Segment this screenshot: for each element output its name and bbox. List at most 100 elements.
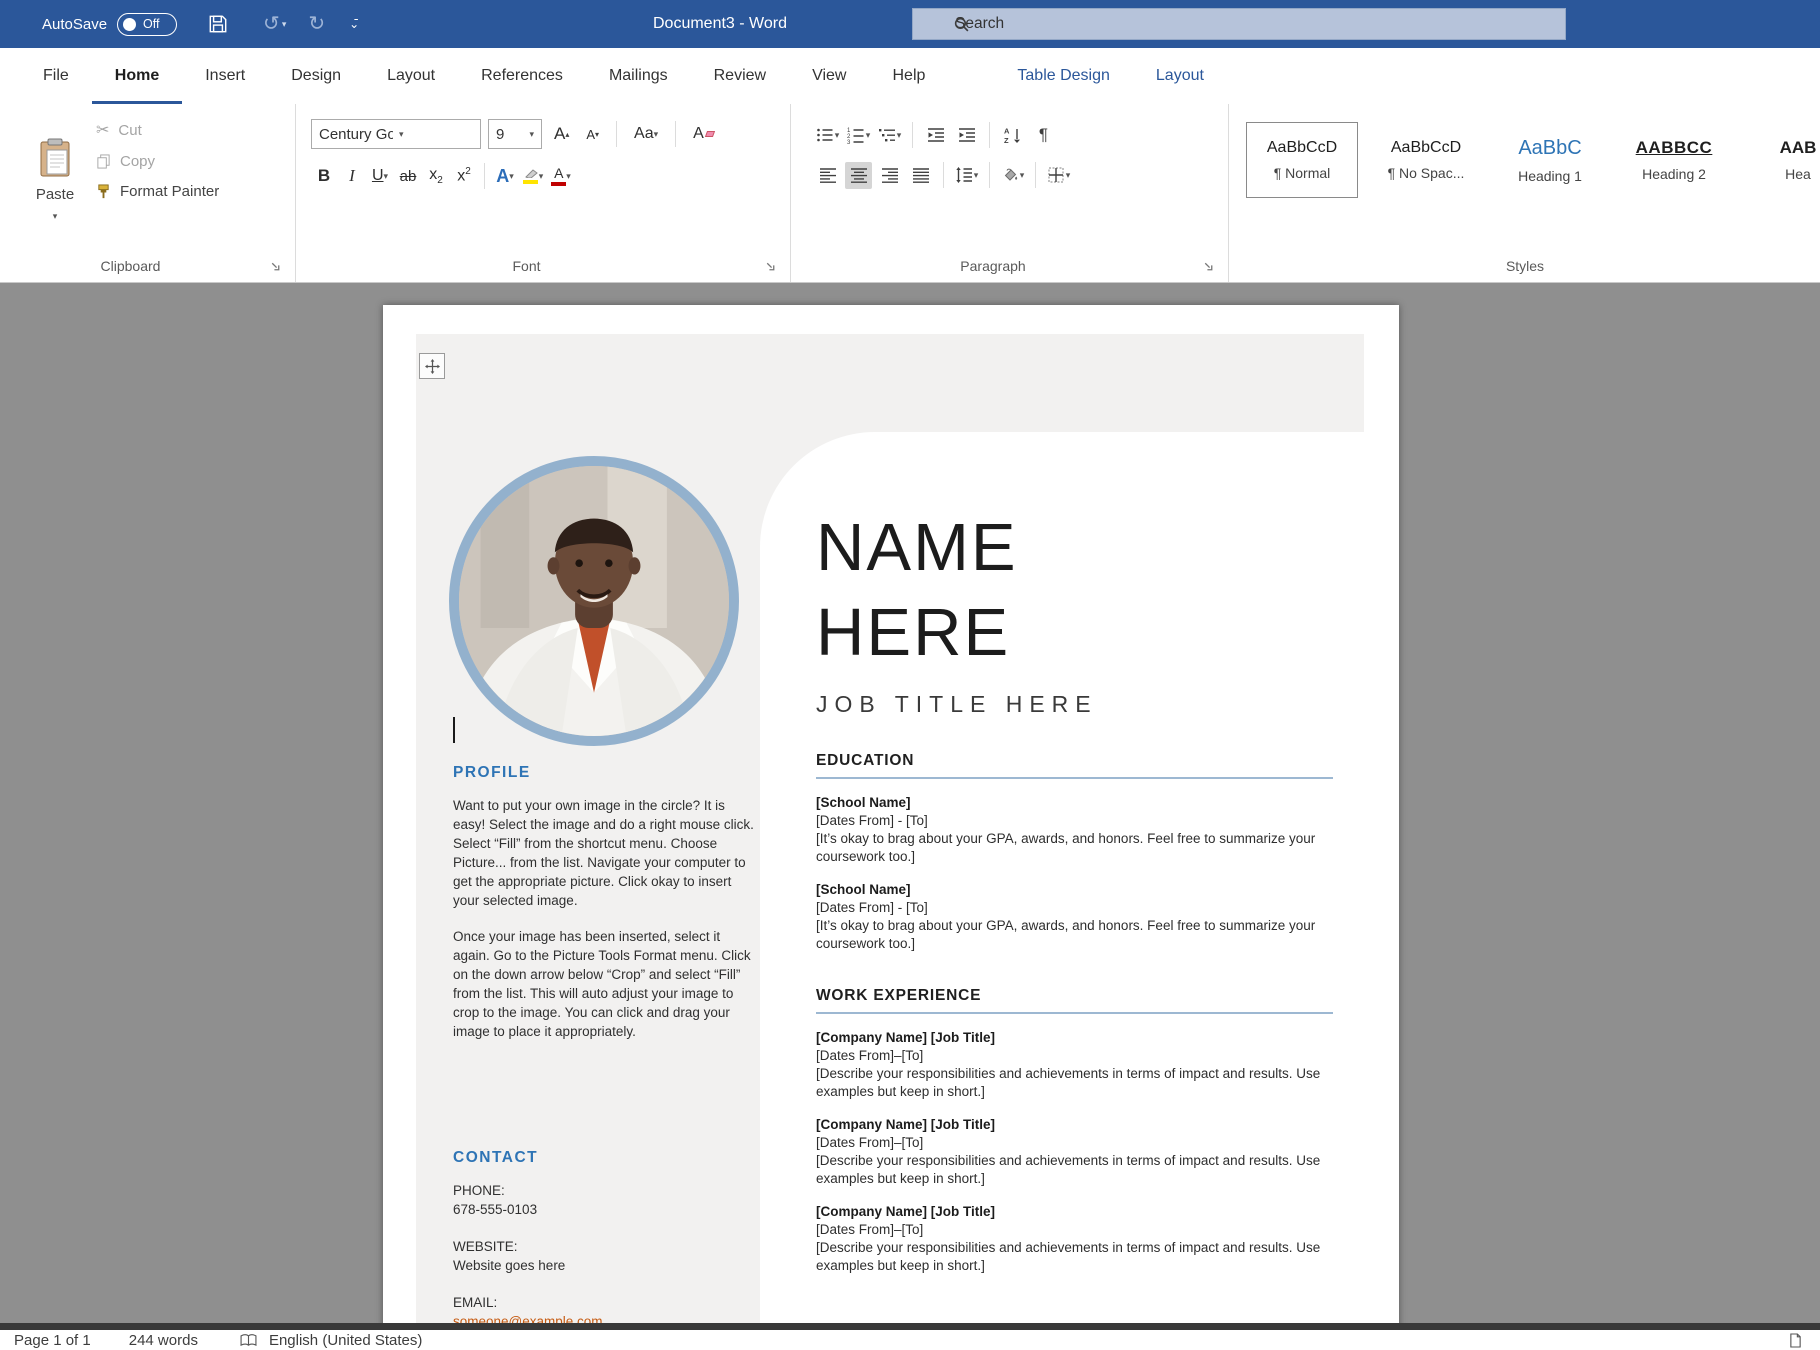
tab-insert[interactable]: Insert xyxy=(182,48,268,104)
tab-table-design[interactable]: Table Design xyxy=(994,48,1133,104)
divider xyxy=(1035,162,1036,188)
font-color-button[interactable]: A ▾ xyxy=(548,162,574,190)
increase-indent-button[interactable] xyxy=(953,122,980,149)
underline-button[interactable]: U▾ xyxy=(367,162,393,190)
line-spacing-dropdown-icon[interactable]: ▾ xyxy=(974,170,979,181)
undo-dropdown-icon[interactable]: ▾ xyxy=(282,19,287,30)
italic-icon: I xyxy=(349,166,355,186)
tab-help[interactable]: Help xyxy=(869,48,948,104)
paste-button[interactable]: Paste ▾ xyxy=(22,116,88,244)
font-color-dropdown-icon[interactable]: ▾ xyxy=(566,171,571,182)
cut-button[interactable]: ✂ Cut xyxy=(96,120,219,140)
style-no-spacing[interactable]: AaBbCcD ¶ No Spac... xyxy=(1370,122,1482,198)
numbering-button[interactable]: 123 ▾ xyxy=(845,122,872,149)
shading-button[interactable]: ▾ xyxy=(999,162,1026,189)
paste-label: Paste xyxy=(36,186,74,203)
line-spacing-button[interactable]: ▾ xyxy=(953,162,980,189)
font-dialog-launcher[interactable] xyxy=(764,260,778,274)
font-name-combo[interactable]: Century Gothic ▾ xyxy=(311,119,481,149)
format-painter-button[interactable]: Format Painter xyxy=(96,183,219,200)
autosave-toggle[interactable]: Off xyxy=(117,13,177,36)
clipboard-dialog-launcher[interactable] xyxy=(269,260,283,274)
borders-dropdown-icon[interactable]: ▾ xyxy=(1066,170,1071,181)
save-button[interactable] xyxy=(207,13,229,35)
multilevel-list-button[interactable]: ▾ xyxy=(876,122,903,149)
profile-text[interactable]: Want to put your own image in the circle… xyxy=(453,796,755,1041)
table-move-handle[interactable] xyxy=(419,353,445,379)
bullets-button[interactable]: ▾ xyxy=(814,122,841,149)
multilevel-dropdown-icon[interactable]: ▾ xyxy=(897,130,902,141)
tab-layout[interactable]: Layout xyxy=(364,48,458,104)
paragraph-dialog-launcher[interactable] xyxy=(1202,260,1216,274)
font-size-combo[interactable]: 9 ▾ xyxy=(488,119,542,149)
website-label: WEBSITE: xyxy=(453,1237,603,1256)
tab-file[interactable]: File xyxy=(20,48,92,104)
redo-button[interactable]: ↻ xyxy=(308,14,325,34)
website-value: Website goes here xyxy=(453,1256,603,1275)
subscript-button[interactable]: x2 xyxy=(423,162,449,190)
italic-button[interactable]: I xyxy=(339,162,365,190)
style-heading-1[interactable]: AaBbC Heading 1 xyxy=(1494,122,1606,198)
tab-view[interactable]: View xyxy=(789,48,869,104)
justify-button[interactable] xyxy=(907,162,934,189)
document-page[interactable]: PROFILE Want to put your own image in th… xyxy=(383,305,1399,1323)
text-effects-button[interactable]: A▾ xyxy=(492,162,518,190)
shrink-font-button[interactable]: A▾ xyxy=(581,124,604,145)
tab-table-layout[interactable]: Layout xyxy=(1133,48,1227,104)
align-right-button[interactable] xyxy=(876,162,903,189)
tab-design[interactable]: Design xyxy=(268,48,364,104)
language-indicator[interactable]: English (United States) xyxy=(240,1332,422,1349)
status-bar: Page 1 of 1 244 words English (United St… xyxy=(0,1330,1820,1350)
borders-button[interactable]: ▾ xyxy=(1045,162,1072,189)
style-heading-3[interactable]: AAB Hea xyxy=(1742,122,1820,198)
undo-button[interactable]: ↺▾ xyxy=(263,14,286,34)
profile-photo[interactable] xyxy=(449,456,739,746)
customize-quick-access-button[interactable]: ⌄̄ xyxy=(349,17,359,31)
search-input[interactable] xyxy=(955,15,1355,33)
align-center-button[interactable] xyxy=(845,162,872,189)
email-label: EMAIL: xyxy=(453,1293,603,1312)
search-icon xyxy=(953,16,970,38)
search-box[interactable] xyxy=(912,8,1566,40)
font-name-dropdown-icon[interactable]: ▾ xyxy=(399,129,473,140)
font-size-dropdown-icon[interactable]: ▾ xyxy=(529,129,534,140)
highlight-color-button[interactable]: ▾ xyxy=(520,162,546,190)
sort-button[interactable]: AZ xyxy=(999,122,1026,149)
tab-references[interactable]: References xyxy=(458,48,586,104)
page-indicator[interactable]: Page 1 of 1 xyxy=(14,1332,91,1349)
decrease-indent-button[interactable] xyxy=(922,122,949,149)
style-normal[interactable]: AaBbCcD ¶ Normal xyxy=(1246,122,1358,198)
show-paragraph-marks-button[interactable]: ¶ xyxy=(1030,122,1057,149)
text-effects-icon: A xyxy=(496,166,509,187)
tab-home[interactable]: Home xyxy=(92,48,182,104)
numbering-dropdown-icon[interactable]: ▾ xyxy=(866,130,871,141)
copy-button[interactable]: Copy xyxy=(96,153,219,170)
resume-main-column[interactable]: NAME HERE JOB TITLE HERE EDUCATION [Scho… xyxy=(816,505,1346,1275)
phone-label: PHONE: xyxy=(453,1181,603,1200)
grow-font-button[interactable]: A▴ xyxy=(549,121,574,147)
justify-icon xyxy=(912,166,930,184)
strikethrough-button[interactable]: ab xyxy=(395,162,421,190)
underline-dropdown-icon[interactable]: ▾ xyxy=(384,171,389,182)
tab-mailings[interactable]: Mailings xyxy=(586,48,691,104)
tab-review[interactable]: Review xyxy=(691,48,789,104)
bold-button[interactable]: B xyxy=(311,162,337,190)
view-shortcut-button[interactable] xyxy=(1789,1333,1802,1348)
text-effects-dropdown-icon[interactable]: ▾ xyxy=(509,171,514,182)
change-case-button[interactable]: Aa▾ xyxy=(629,122,663,146)
word-count[interactable]: 244 words xyxy=(129,1332,198,1349)
superscript-button[interactable]: x2 xyxy=(451,162,477,190)
bullets-dropdown-icon[interactable]: ▾ xyxy=(835,130,840,141)
style-heading-2[interactable]: AABBCC Heading 2 xyxy=(1618,122,1730,198)
style-preview: AAB xyxy=(1780,138,1817,158)
contact-list[interactable]: PHONE: 678-555-0103 WEBSITE: Website goe… xyxy=(453,1181,603,1323)
font-name-value: Century Gothic xyxy=(319,126,393,143)
highlight-dropdown-icon[interactable]: ▾ xyxy=(539,171,544,182)
align-left-button[interactable] xyxy=(814,162,841,189)
ribbon-tab-bar: File Home Insert Design Layout Reference… xyxy=(0,48,1820,104)
clear-formatting-button[interactable]: A xyxy=(688,122,719,146)
paste-dropdown-icon[interactable]: ▾ xyxy=(53,211,58,222)
document-canvas[interactable]: PROFILE Want to put your own image in th… xyxy=(0,283,1820,1323)
format-painter-icon xyxy=(96,184,111,199)
shading-dropdown-icon[interactable]: ▾ xyxy=(1020,170,1025,181)
